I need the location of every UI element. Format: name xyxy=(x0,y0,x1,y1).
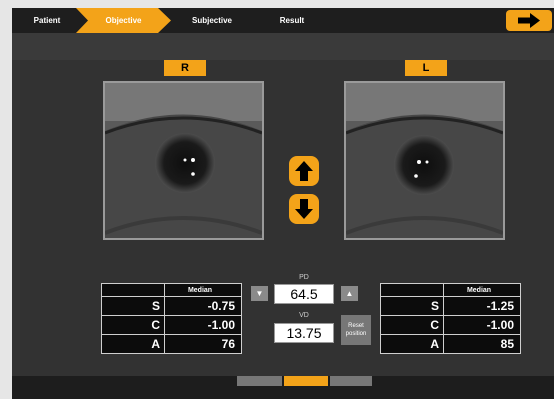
table-header-row: Median xyxy=(101,283,242,297)
left-eye-table: Median S -1.25 C -1.00 A 85 xyxy=(380,283,521,354)
bottom-tab-right[interactable] xyxy=(330,376,372,386)
table-row: S -0.75 xyxy=(101,296,242,316)
step-subjective-label: Subjective xyxy=(191,16,232,25)
right-eye-image xyxy=(103,81,264,240)
next-button[interactable] xyxy=(506,10,552,31)
table-row: A 85 xyxy=(380,334,521,354)
step-patient-label: Patient xyxy=(33,16,61,25)
left-table-header: Median xyxy=(443,283,521,297)
triangle-up-icon: ▲ xyxy=(345,289,354,298)
step-result-label: Result xyxy=(279,16,305,25)
arrow-right-icon xyxy=(518,13,540,28)
right-eye-table: Median S -0.75 C -1.00 A 76 xyxy=(101,283,242,354)
reset-position-button[interactable]: Reset position xyxy=(341,315,371,345)
reset-position-label: Reset position xyxy=(345,323,367,337)
pd-label: PD xyxy=(299,274,309,281)
step-objective[interactable]: Objective xyxy=(76,8,171,33)
row-value: -0.75 xyxy=(164,296,242,316)
step-subjective[interactable]: Subjective xyxy=(172,8,252,33)
row-value: 85 xyxy=(443,334,521,354)
row-label: C xyxy=(101,315,165,335)
arrow-down-icon xyxy=(295,199,313,219)
bottom-tab-center[interactable] xyxy=(284,376,328,386)
row-value: -1.00 xyxy=(443,315,521,335)
left-eye-tab[interactable]: L xyxy=(405,60,447,76)
table-row: S -1.25 xyxy=(380,296,521,316)
move-up-button[interactable] xyxy=(289,156,319,186)
step-objective-label: Objective xyxy=(105,16,142,25)
right-eye-tab[interactable]: R xyxy=(164,60,206,76)
arrow-up-icon xyxy=(295,161,313,181)
app-screen: Patient Objective Subjective Result R L xyxy=(12,8,554,399)
step-result[interactable]: Result xyxy=(252,8,332,33)
row-value: -1.00 xyxy=(164,315,242,335)
row-label: C xyxy=(380,315,444,335)
table-row: C -1.00 xyxy=(380,315,521,335)
table-header-row: Median xyxy=(380,283,521,297)
pd-decrease-button[interactable]: ▼ xyxy=(251,286,268,301)
step-patient[interactable]: Patient xyxy=(12,8,82,33)
workflow-bar: Patient Objective Subjective Result xyxy=(12,8,554,33)
row-label: S xyxy=(380,296,444,316)
pd-increase-button[interactable]: ▲ xyxy=(341,286,358,301)
bottom-bar xyxy=(12,376,554,399)
table-header-spacer xyxy=(101,283,165,297)
pd-value[interactable]: 64.5 xyxy=(274,284,334,304)
row-value: 76 xyxy=(164,334,242,354)
vd-value[interactable]: 13.75 xyxy=(274,323,334,343)
table-row: A 76 xyxy=(101,334,242,354)
triangle-down-icon: ▼ xyxy=(255,289,264,298)
table-row: C -1.00 xyxy=(101,315,242,335)
left-eye-image xyxy=(344,81,505,240)
vd-label: VD xyxy=(299,312,309,319)
eye-label-strip xyxy=(12,33,554,60)
right-table-header: Median xyxy=(164,283,242,297)
row-label: A xyxy=(101,334,165,354)
move-down-button[interactable] xyxy=(289,194,319,224)
bottom-tab-left[interactable] xyxy=(237,376,282,386)
row-label: A xyxy=(380,334,444,354)
row-value: -1.25 xyxy=(443,296,521,316)
table-header-spacer xyxy=(380,283,444,297)
row-label: S xyxy=(101,296,165,316)
